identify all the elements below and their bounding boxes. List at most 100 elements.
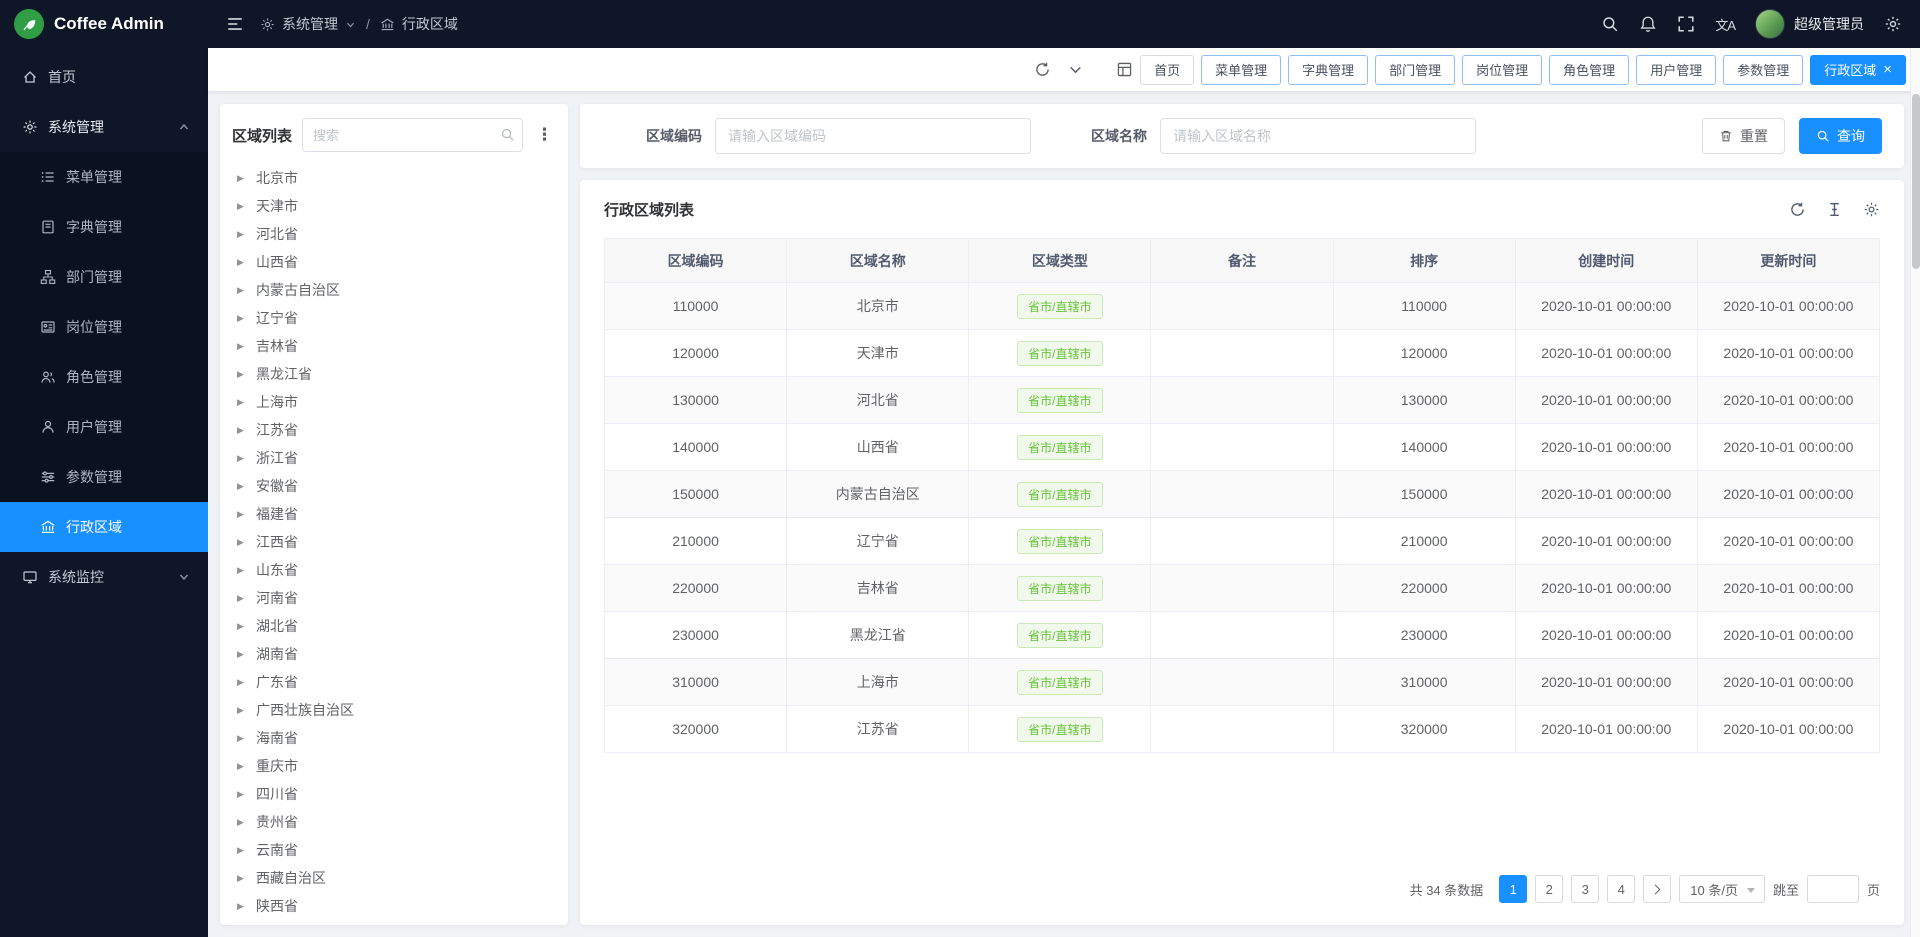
translate-icon[interactable]: 文A — [1715, 15, 1735, 34]
tree-item[interactable]: ▶ 甘肃省 — [232, 920, 556, 925]
caret-right-icon[interactable]: ▶ — [237, 257, 247, 268]
tree-item[interactable]: ▶ 湖北省 — [232, 612, 556, 640]
sidebar-item-monitor[interactable]: 系统监控 — [0, 552, 208, 602]
tree-item[interactable]: ▶ 广西壮族自治区 — [232, 696, 556, 724]
tree-item[interactable]: ▶ 山西省 — [232, 248, 556, 276]
caret-right-icon[interactable]: ▶ — [237, 565, 247, 576]
caret-right-icon[interactable]: ▶ — [237, 285, 247, 296]
sidebar-item-role-mgmt[interactable]: 角色管理 — [0, 352, 208, 402]
page-number-button[interactable]: 4 — [1607, 875, 1635, 903]
search-icon[interactable] — [1601, 15, 1619, 33]
tab[interactable]: 行政区域 × — [1810, 55, 1906, 85]
scrollbar-thumb[interactable] — [1912, 94, 1920, 269]
tab[interactable]: 部门管理 — [1375, 55, 1455, 85]
tree-item[interactable]: ▶ 吉林省 — [232, 332, 556, 360]
region-name-input[interactable] — [1160, 118, 1476, 154]
fullscreen-icon[interactable] — [1677, 15, 1695, 33]
tab[interactable]: 参数管理 — [1723, 55, 1803, 85]
page-number-button[interactable]: 2 — [1535, 875, 1563, 903]
sidebar-item-menu-mgmt[interactable]: 菜单管理 — [0, 152, 208, 202]
caret-right-icon[interactable]: ▶ — [237, 621, 247, 632]
caret-right-icon[interactable]: ▶ — [237, 229, 247, 240]
refresh-icon[interactable] — [1034, 61, 1051, 78]
caret-right-icon[interactable]: ▶ — [237, 369, 247, 380]
caret-right-icon[interactable]: ▶ — [237, 397, 247, 408]
tree-item[interactable]: ▶ 内蒙古自治区 — [232, 276, 556, 304]
region-code-input[interactable] — [715, 118, 1031, 154]
reset-button[interactable]: 重置 — [1702, 118, 1785, 154]
caret-right-icon[interactable]: ▶ — [237, 677, 247, 688]
caret-right-icon[interactable]: ▶ — [237, 425, 247, 436]
caret-right-icon[interactable]: ▶ — [237, 509, 247, 520]
caret-right-icon[interactable]: ▶ — [237, 873, 247, 884]
tree-item[interactable]: ▶ 陕西省 — [232, 892, 556, 920]
sidebar-item-region-mgmt[interactable]: 行政区域 — [0, 502, 208, 552]
bell-icon[interactable] — [1639, 15, 1657, 33]
caret-right-icon[interactable]: ▶ — [237, 341, 247, 352]
tab-close-icon[interactable]: × — [1883, 62, 1892, 77]
sidebar-toggle-icon[interactable] — [226, 15, 244, 33]
tree-item[interactable]: ▶ 江苏省 — [232, 416, 556, 444]
tree-item[interactable]: ▶ 湖南省 — [232, 640, 556, 668]
breadcrumb-root[interactable]: 系统管理 — [282, 14, 338, 34]
caret-right-icon[interactable]: ▶ — [237, 817, 247, 828]
sidebar-item-user-mgmt[interactable]: 用户管理 — [0, 402, 208, 452]
search-button[interactable]: 查询 — [1799, 118, 1882, 154]
tree-search-input[interactable] — [302, 118, 523, 152]
tree-item[interactable]: ▶ 浙江省 — [232, 444, 556, 472]
caret-right-icon[interactable]: ▶ — [237, 481, 247, 492]
tree-item[interactable]: ▶ 海南省 — [232, 724, 556, 752]
tree-item[interactable]: ▶ 河北省 — [232, 220, 556, 248]
page-number-button[interactable]: 1 — [1499, 875, 1527, 903]
tree-item[interactable]: ▶ 西藏自治区 — [232, 864, 556, 892]
tab[interactable]: 用户管理 — [1636, 55, 1716, 85]
tab[interactable]: 角色管理 — [1549, 55, 1629, 85]
page-number-button[interactable]: 3 — [1571, 875, 1599, 903]
tree-item[interactable]: ▶ 上海市 — [232, 388, 556, 416]
caret-right-icon[interactable]: ▶ — [237, 453, 247, 464]
tree-item[interactable]: ▶ 四川省 — [232, 780, 556, 808]
tree-item[interactable]: ▶ 广东省 — [232, 668, 556, 696]
tree-item[interactable]: ▶ 天津市 — [232, 192, 556, 220]
brand[interactable]: Coffee Admin — [0, 0, 208, 48]
tree-item[interactable]: ▶ 安徽省 — [232, 472, 556, 500]
caret-right-icon[interactable]: ▶ — [237, 649, 247, 660]
tree-item[interactable]: ▶ 黑龙江省 — [232, 360, 556, 388]
settings-gear-icon[interactable] — [1884, 15, 1902, 33]
caret-right-icon[interactable]: ▶ — [237, 593, 247, 604]
sidebar-item-param-mgmt[interactable]: 参数管理 — [0, 452, 208, 502]
tree-item[interactable]: ▶ 山东省 — [232, 556, 556, 584]
tree-item[interactable]: ▶ 北京市 — [232, 164, 556, 192]
caret-right-icon[interactable]: ▶ — [237, 537, 247, 548]
tree-item[interactable]: ▶ 辽宁省 — [232, 304, 556, 332]
column-settings-icon[interactable] — [1826, 201, 1843, 218]
caret-right-icon[interactable]: ▶ — [237, 733, 247, 744]
caret-right-icon[interactable]: ▶ — [237, 313, 247, 324]
tab[interactable]: 岗位管理 — [1462, 55, 1542, 85]
layout-icon[interactable] — [1116, 61, 1133, 78]
caret-right-icon[interactable]: ▶ — [237, 201, 247, 212]
page-size-select[interactable]: 10 条/页 — [1679, 875, 1765, 903]
sidebar-item-dept-mgmt[interactable]: 部门管理 — [0, 252, 208, 302]
user-menu[interactable]: 超级管理员 — [1755, 9, 1864, 39]
caret-right-icon[interactable]: ▶ — [237, 845, 247, 856]
next-page-button[interactable] — [1643, 875, 1671, 903]
sidebar-item-post-mgmt[interactable]: 岗位管理 — [0, 302, 208, 352]
gear-icon[interactable] — [1863, 201, 1880, 218]
caret-right-icon[interactable]: ▶ — [237, 173, 247, 184]
more-vertical-icon[interactable]: ⋮ — [533, 125, 556, 145]
jump-page-input[interactable] — [1807, 875, 1859, 903]
tree-item[interactable]: ▶ 福建省 — [232, 500, 556, 528]
chevron-down-icon[interactable] — [1067, 61, 1084, 78]
sidebar-item-system[interactable]: 系统管理 — [0, 102, 208, 152]
window-scrollbar[interactable] — [1910, 48, 1920, 937]
caret-right-icon[interactable]: ▶ — [237, 705, 247, 716]
tree-item[interactable]: ▶ 江西省 — [232, 528, 556, 556]
tree-item[interactable]: ▶ 河南省 — [232, 584, 556, 612]
tree-item[interactable]: ▶ 贵州省 — [232, 808, 556, 836]
tab[interactable]: 字典管理 — [1288, 55, 1368, 85]
tree-item[interactable]: ▶ 云南省 — [232, 836, 556, 864]
sidebar-item-dict-mgmt[interactable]: 字典管理 — [0, 202, 208, 252]
refresh-icon[interactable] — [1789, 201, 1806, 218]
tree-item[interactable]: ▶ 重庆市 — [232, 752, 556, 780]
